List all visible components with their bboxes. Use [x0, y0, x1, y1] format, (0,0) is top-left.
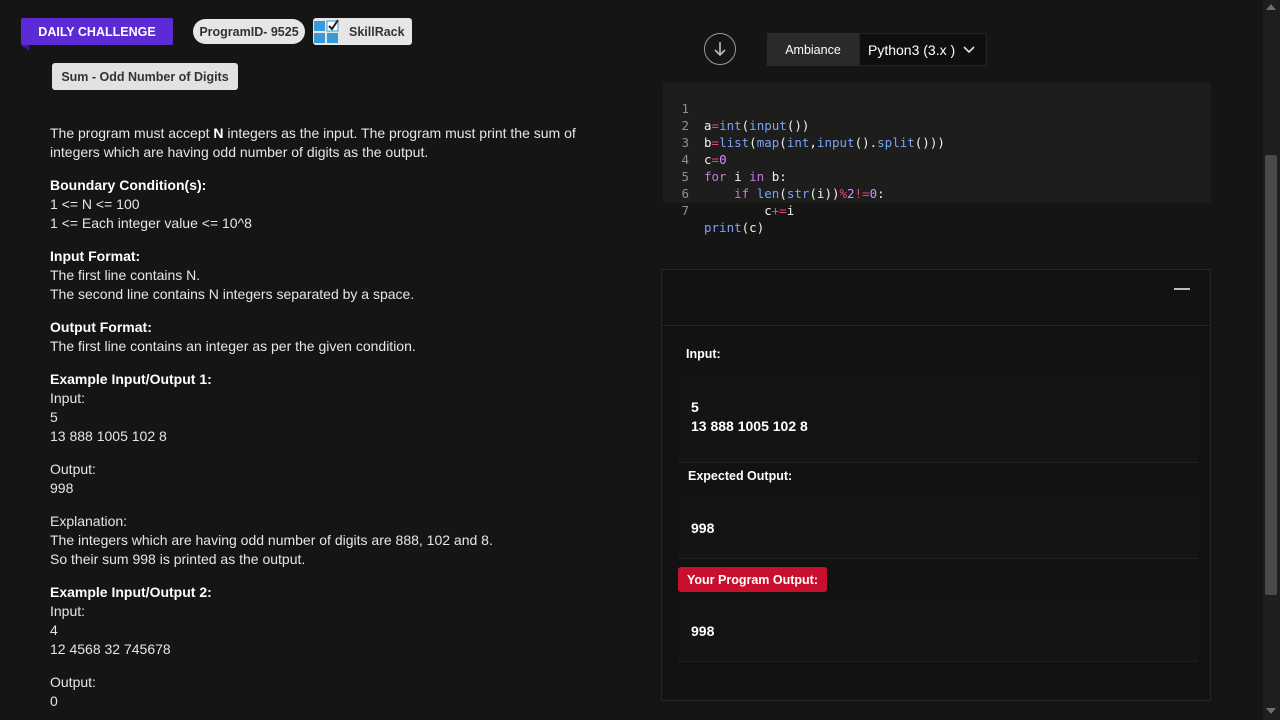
code-line: 7 print(c): [663, 185, 764, 235]
output-format-line: The first line contains an integer as pe…: [50, 338, 416, 354]
code-line: 4 for i in b:: [663, 134, 786, 184]
input-format-line: The first line contains N.: [50, 267, 201, 283]
example2-heading: Example Input/Output 2:: [50, 584, 212, 600]
chevron-down-icon: [963, 46, 975, 54]
program-output-value: 998: [691, 623, 715, 639]
language-selected-label: Python3 (3.x ): [868, 41, 956, 58]
output-panel: Input: 5 13 888 1005 102 8 Expected Outp…: [661, 269, 1211, 701]
skillrack-brand[interactable]: SkillRack: [313, 18, 412, 45]
minimize-icon[interactable]: [1174, 288, 1190, 290]
expected-output-value: 998: [691, 520, 715, 536]
input-format-heading: Input Format:: [50, 248, 141, 264]
daily-challenge-badge: DAILY CHALLENGE: [21, 18, 173, 51]
example1-input-line: 5: [50, 409, 58, 425]
problem-title-button[interactable]: Sum - Odd Number of Digits: [52, 63, 238, 90]
program-output-badge: Your Program Output:: [678, 567, 827, 592]
line-number: 7: [681, 203, 689, 218]
output-panel-header: [662, 270, 1210, 326]
example2-input-line: 12 4568 32 745678: [50, 641, 171, 657]
program-id-badge: ProgramID- 9525: [193, 19, 305, 44]
boundary-line: 1 <= Each integer value <= 10^8: [50, 215, 252, 231]
scroll-down-icon[interactable]: [1266, 708, 1276, 714]
example1-output-line: 998: [50, 480, 74, 496]
example2-input-line: 4: [50, 622, 58, 638]
expected-output-label: Expected Output:: [688, 469, 793, 483]
code-line: 3 c=0: [663, 117, 726, 167]
program-output-box: 998: [678, 599, 1198, 662]
example2-output-line: Output:: [50, 674, 96, 690]
code-editor[interactable]: 1 a=int(input()) 2 b=list(map(int,input(…: [663, 83, 1211, 235]
ambiance-button[interactable]: Ambiance: [767, 33, 859, 66]
download-button[interactable]: [704, 33, 736, 65]
scrollbar-thumb[interactable]: [1265, 155, 1277, 595]
boundary-heading: Boundary Condition(s):: [50, 177, 207, 193]
boundary-line: 1 <= N <= 100: [50, 196, 140, 212]
example1-input-line: 13 888 1005 102 8: [50, 428, 167, 444]
explanation-line: The integers which are having odd number…: [50, 532, 493, 548]
language-select[interactable]: Python3 (3.x ): [859, 33, 987, 66]
explanation-line: Explanation:: [50, 513, 128, 529]
problem-intro: The program must accept N integers as th…: [50, 125, 576, 160]
example2-output-line: 0: [50, 693, 58, 709]
input-label: Input:: [686, 347, 721, 361]
code-line: 1 a=int(input()): [663, 83, 809, 133]
code-line: 6 c+=i: [663, 168, 794, 218]
example1-output-line: Output:: [50, 461, 96, 477]
scroll-up-icon[interactable]: [1266, 4, 1276, 10]
code-line: 5 if len(str(i))%2!=0:: [663, 151, 884, 201]
input-line: 5: [691, 399, 699, 415]
input-format-line: The second line contains N integers sepa…: [50, 286, 415, 302]
arrow-down-circle-icon: [714, 42, 726, 57]
example1-input-line: Input:: [50, 390, 86, 406]
code-line: 2 b=list(map(int,input().split())): [663, 100, 944, 150]
problem-statement: The program must accept N integers as th…: [50, 124, 620, 711]
skillrack-logo-icon: [314, 18, 339, 43]
expected-output-box: 998: [678, 495, 1198, 559]
input-box: 5 13 888 1005 102 8: [678, 375, 1198, 463]
example2-input-line: Input:: [50, 603, 86, 619]
skillrack-label: SkillRack: [349, 24, 405, 39]
input-line: 13 888 1005 102 8: [691, 418, 808, 434]
example1-heading: Example Input/Output 1:: [50, 371, 212, 387]
output-format-heading: Output Format:: [50, 319, 152, 335]
explanation-line: So their sum 998 is printed as the outpu…: [50, 551, 306, 567]
